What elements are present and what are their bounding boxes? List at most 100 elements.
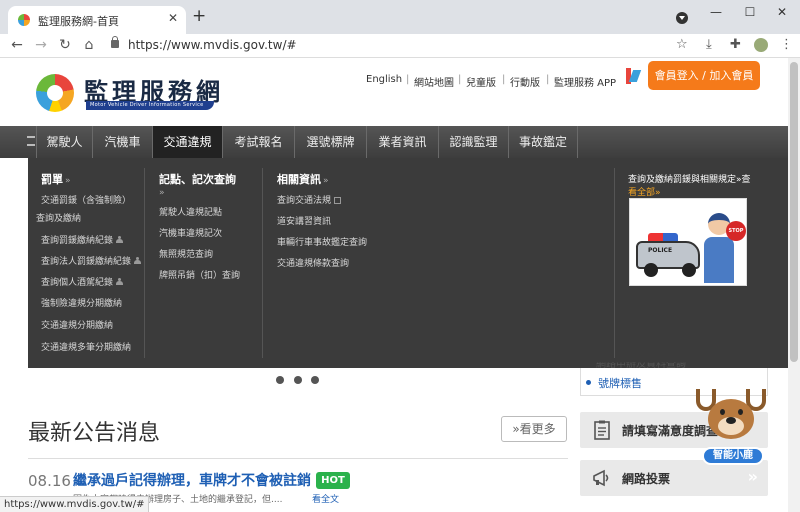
main-nav: 駕駛人 汽機車 交通違規 考試報名 選號標牌 業者資訊 認識監理 事故鑑定: [0, 126, 788, 158]
stop-sign-shape: STOP: [726, 221, 746, 241]
nav-menu-icon[interactable]: [27, 136, 35, 146]
dropdown-heading-related[interactable]: 相關資訊»: [277, 171, 329, 187]
browser-status-bar: https://www.mvdis.gov.tw/#: [0, 496, 150, 512]
officer-body-shape: [704, 237, 734, 283]
dropdown-link[interactable]: 駕駛人違規記點: [159, 205, 222, 218]
dropdown-link[interactable]: 查詢交通法規: [277, 193, 342, 206]
dropdown-link[interactable]: 交通罰鍰（含強制險）: [41, 193, 131, 206]
police-promo-image[interactable]: POLICE STOP: [629, 198, 747, 286]
wheel-shape: [644, 263, 658, 277]
browser-tab[interactable]: 監理服務網-首頁 ✕: [8, 6, 186, 34]
back-icon[interactable]: ←: [8, 37, 26, 53]
dropdown-link[interactable]: 查詢罰鍰繳納紀錄: [41, 233, 124, 246]
site-logo-icon[interactable]: [36, 74, 74, 112]
dropdown-link[interactable]: 道安講習資訊: [277, 214, 331, 227]
dropdown-link[interactable]: 車輛行車事故鑑定查詢: [277, 235, 367, 248]
nav-item-accident[interactable]: 事故鑑定: [508, 126, 578, 158]
online-vote-card[interactable]: 網路投票 »: [580, 460, 768, 496]
scrollbar-thumb[interactable]: [790, 62, 798, 362]
mascot-eye-shape: [720, 409, 725, 415]
nav-item-driver[interactable]: 駕駛人: [36, 126, 92, 158]
column-divider: [144, 168, 145, 358]
siren-shape: [648, 233, 678, 241]
link-sitemap[interactable]: 網站地圖: [414, 74, 454, 89]
new-tab-button[interactable]: +: [192, 8, 206, 25]
home-icon[interactable]: ⌂: [80, 37, 98, 53]
logo-subtitle: Motor Vehicle Driver Information Service: [90, 102, 204, 108]
window-minimize-button[interactable]: —: [706, 5, 726, 19]
link-app[interactable]: 監理服務 APP: [554, 74, 616, 89]
nav-item-exam[interactable]: 考試報名: [222, 126, 294, 158]
carousel-dot[interactable]: [294, 376, 302, 384]
smart-assistant-button[interactable]: 智能小鹿: [702, 447, 764, 465]
mascot-eye-shape: [738, 409, 743, 415]
carousel-dot[interactable]: [276, 376, 284, 384]
dropdown-heading-arrow: »: [159, 188, 165, 198]
news-section-title: 最新公告消息: [28, 421, 161, 446]
dropdown-link[interactable]: 交通違規多筆分期繳納: [41, 340, 131, 353]
dropdown-heading-points[interactable]: 記點、記次查詢: [159, 171, 236, 187]
profile-avatar[interactable]: [754, 38, 768, 52]
tab-title: 監理服務網-首頁: [38, 15, 119, 28]
news-read-more-link[interactable]: 看全文: [312, 492, 339, 505]
nav-dropdown-panel: 罰單» 交通罰鍰（含強制險） 查詢及繳納 查詢罰鍰繳納紀錄 查詢法人罰鍰繳納紀錄…: [28, 158, 788, 368]
online-vote-label: 網路投票: [622, 472, 671, 486]
column-divider: [614, 168, 615, 358]
chevron-right-icon: »: [747, 467, 758, 486]
member-only-icon: [116, 236, 124, 243]
window-close-button[interactable]: ✕: [772, 5, 792, 19]
news-headline-link[interactable]: 繼承過戶記得辦理，車牌才不會被註銷: [73, 470, 311, 490]
external-link-icon: [334, 197, 342, 204]
separator: |: [406, 74, 410, 85]
hot-badge: HOT: [316, 472, 350, 489]
nav-item-about[interactable]: 認識監理: [438, 126, 508, 158]
dropdown-link[interactable]: 交通違規條款查詢: [277, 256, 349, 269]
dropdown-link[interactable]: 汽機車違規記次: [159, 226, 222, 239]
member-only-icon: [116, 278, 124, 285]
forward-icon[interactable]: →: [32, 37, 50, 53]
reload-icon[interactable]: ↻: [56, 37, 74, 53]
bullet-icon: [586, 380, 591, 385]
bookmark-star-icon[interactable]: ☆: [676, 37, 688, 52]
quick-link-plate-auction[interactable]: 號牌標售: [598, 375, 642, 391]
promo-title[interactable]: 查詢及繳納罰鍰與相關規定»查: [628, 172, 751, 185]
member-only-icon: [134, 257, 142, 264]
news-date: 08.16: [28, 472, 71, 490]
link-mobile[interactable]: 行動版: [510, 74, 540, 89]
link-english[interactable]: English: [366, 74, 402, 85]
site-header: 監理服務網 Motor Vehicle Driver Information S…: [0, 58, 788, 126]
kkbox-app-icon[interactable]: [626, 68, 640, 84]
extensions-icon[interactable]: ✚: [730, 37, 741, 52]
nav-item-traffic-violation[interactable]: 交通違規: [152, 126, 222, 158]
address-bar[interactable]: https://www.mvdis.gov.tw/#: [128, 38, 297, 52]
separator: |: [502, 74, 506, 85]
nav-item-vehicle[interactable]: 汽機車: [92, 126, 152, 158]
tab-close-icon[interactable]: ✕: [168, 11, 178, 25]
column-divider: [262, 168, 263, 358]
nav-item-business[interactable]: 業者資訊: [366, 126, 438, 158]
promo-more-link[interactable]: 看全部»: [628, 185, 661, 198]
police-car-label: POLICE: [648, 247, 673, 254]
separator: |: [546, 74, 550, 85]
tab-search-icon[interactable]: [676, 12, 688, 24]
dropdown-link[interactable]: 查詢個人酒駕紀錄: [41, 275, 124, 288]
login-button[interactable]: 會員登入 / 加入會員: [648, 61, 760, 90]
dropdown-heading-tickets[interactable]: 罰單»: [41, 171, 71, 187]
carousel-dot[interactable]: [311, 376, 319, 384]
lock-icon[interactable]: [111, 36, 119, 48]
browser-toolbar: ← → ↻ ⌂ https://www.mvdis.gov.tw/# ☆ ⤓ ✚…: [0, 34, 800, 58]
survey-clipboard-icon: [594, 420, 610, 440]
dropdown-link[interactable]: 牌照吊銷（扣）查詢: [159, 268, 240, 281]
download-icon[interactable]: ⤓: [706, 37, 712, 52]
window-maximize-button[interactable]: ☐: [740, 5, 760, 19]
dropdown-link[interactable]: 查詢及繳納: [36, 211, 81, 224]
link-kids[interactable]: 兒童版: [466, 74, 496, 89]
nav-item-plate[interactable]: 選號標牌: [294, 126, 366, 158]
dropdown-link[interactable]: 強制險違規分期繳納: [41, 296, 122, 309]
dropdown-link[interactable]: 查詢法人罰鍰繳納紀錄: [41, 254, 142, 267]
dropdown-link[interactable]: 無照規范查詢: [159, 247, 213, 260]
megaphone-icon: [593, 469, 609, 487]
dropdown-link[interactable]: 交通違規分期繳納: [41, 318, 113, 331]
news-more-button[interactable]: »看更多: [501, 416, 567, 442]
browser-menu-icon[interactable]: ⋮: [780, 37, 793, 52]
